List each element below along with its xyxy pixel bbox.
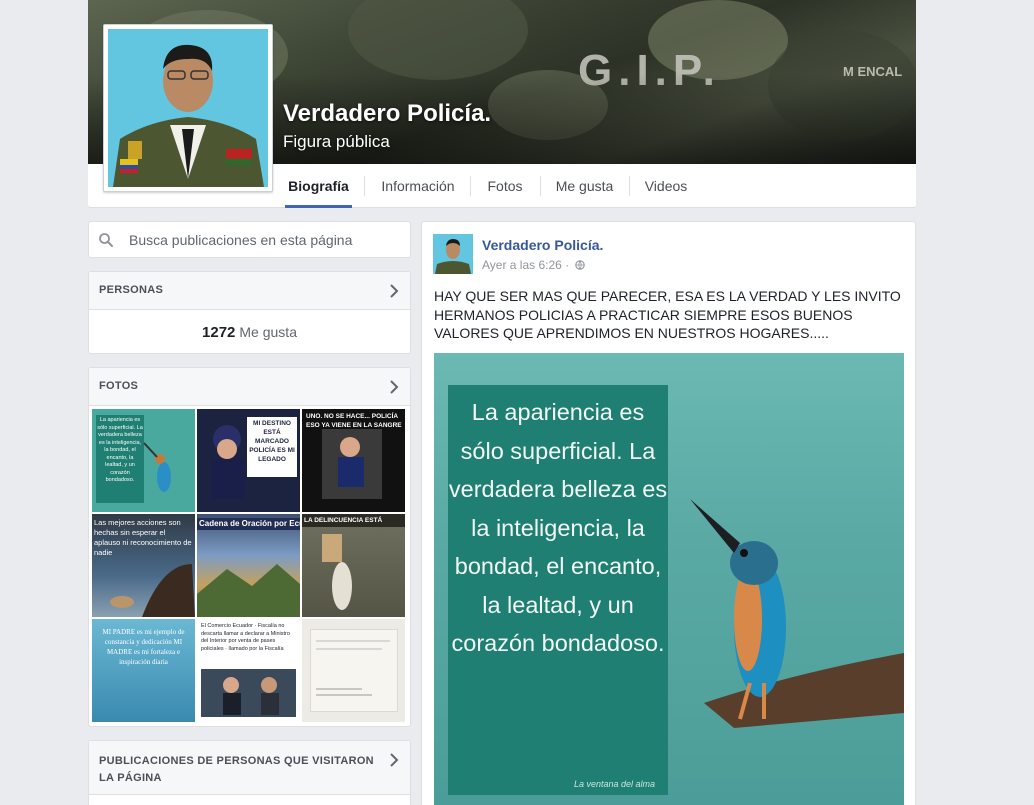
visitor-posts-header[interactable]: PUBLICACIONES DE PERSONAS QUE VISITARON … — [89, 741, 410, 795]
post-image[interactable]: La apariencia es sólo superficial. La ve… — [434, 353, 904, 805]
search-input[interactable]: Busca publicaciones en esta página — [129, 232, 352, 248]
tab-informacion[interactable]: Información — [377, 164, 459, 208]
image-watermark: La ventana del alma — [574, 779, 656, 789]
likes-label: Me gusta — [239, 324, 297, 340]
post-time-text: Ayer a las 6:26 · — [482, 258, 570, 272]
photos-section: FOTOS La apariencia es sólo superficial.… — [88, 367, 411, 727]
photo-thumbnail[interactable]: El Comercio Ecuador · Fiscalía no descar… — [197, 619, 300, 722]
tab-biografia[interactable]: Biografía — [285, 164, 352, 208]
likes-summary[interactable]: 1272 Me gusta — [89, 324, 410, 341]
post-author-avatar[interactable] — [433, 234, 473, 274]
profile-picture[interactable] — [103, 24, 273, 192]
globe-icon — [574, 260, 585, 270]
photo-thumbnail[interactable]: La apariencia es sólo superficial. La ve… — [92, 409, 195, 512]
photo-caption: MI DESTINO ESTÁ MARCADO POLICÍA ES MI LE… — [249, 420, 295, 463]
photo-thumbnail[interactable] — [302, 619, 405, 722]
post-message: HAY QUE SER MAS QUE PARECER, ESA ES LA V… — [434, 288, 901, 341]
chevron-right-icon[interactable] — [388, 752, 400, 768]
post-author-name[interactable]: Verdadero Policía. — [482, 237, 603, 253]
people-section: PERSONAS 1272 Me gusta — [88, 271, 411, 354]
photo-thumbnail[interactable]: MI DESTINO ESTÁ MARCADO POLICÍA ES MI LE… — [197, 409, 300, 512]
tab-fotos[interactable]: Fotos — [482, 164, 528, 208]
visitor-posts-title: PUBLICACIONES DE PERSONAS QUE VISITARON … — [99, 755, 374, 784]
tab-videos[interactable]: Videos — [641, 164, 691, 208]
photo-caption: UNO. NO SE HACE... POLICÍA ESO YA VIENE … — [306, 413, 402, 429]
people-header[interactable]: PERSONAS — [89, 272, 410, 310]
tab-me-gusta[interactable]: Me gusta — [552, 164, 617, 208]
photo-thumbnail[interactable]: MI PADRE es mi ejemplo de constancia y d… — [92, 619, 195, 722]
timeline-post: Verdadero Policía. Ayer a las 6:26 · HAY… — [421, 221, 916, 805]
page-category: Figura pública — [283, 132, 390, 151]
photo-thumbnail[interactable]: Las mejores acciones son hechas sin espe… — [92, 514, 195, 617]
photos-title: FOTOS — [99, 380, 139, 392]
photo-caption: MI PADRE es mi ejemplo de constancia y d… — [102, 628, 185, 666]
photos-header[interactable]: FOTOS — [89, 368, 410, 406]
post-timestamp[interactable]: Ayer a las 6:26 · — [482, 258, 585, 272]
page-title[interactable]: Verdadero Policía. — [283, 100, 491, 128]
visitor-posts-section: PUBLICACIONES DE PERSONAS QUE VISITARON … — [88, 740, 411, 805]
photo-thumbnail[interactable]: LA DELINCUENCIA ESTÁ — [302, 514, 405, 617]
officer-portrait — [108, 29, 268, 187]
search-icon — [99, 233, 113, 247]
chevron-right-icon[interactable] — [388, 379, 400, 395]
photo-thumbnail[interactable]: Cadena de Oración por Ecuador — [197, 514, 300, 617]
people-title: PERSONAS — [99, 284, 164, 296]
kingfisher-illustration — [690, 499, 904, 728]
photo-thumbnail[interactable]: UNO. NO SE HACE... POLICÍA ESO YA VIENE … — [302, 409, 405, 512]
chevron-right-icon[interactable] — [388, 283, 400, 299]
likes-count: 1272 — [202, 324, 236, 341]
page-search-box[interactable]: Busca publicaciones en esta página — [88, 221, 411, 258]
